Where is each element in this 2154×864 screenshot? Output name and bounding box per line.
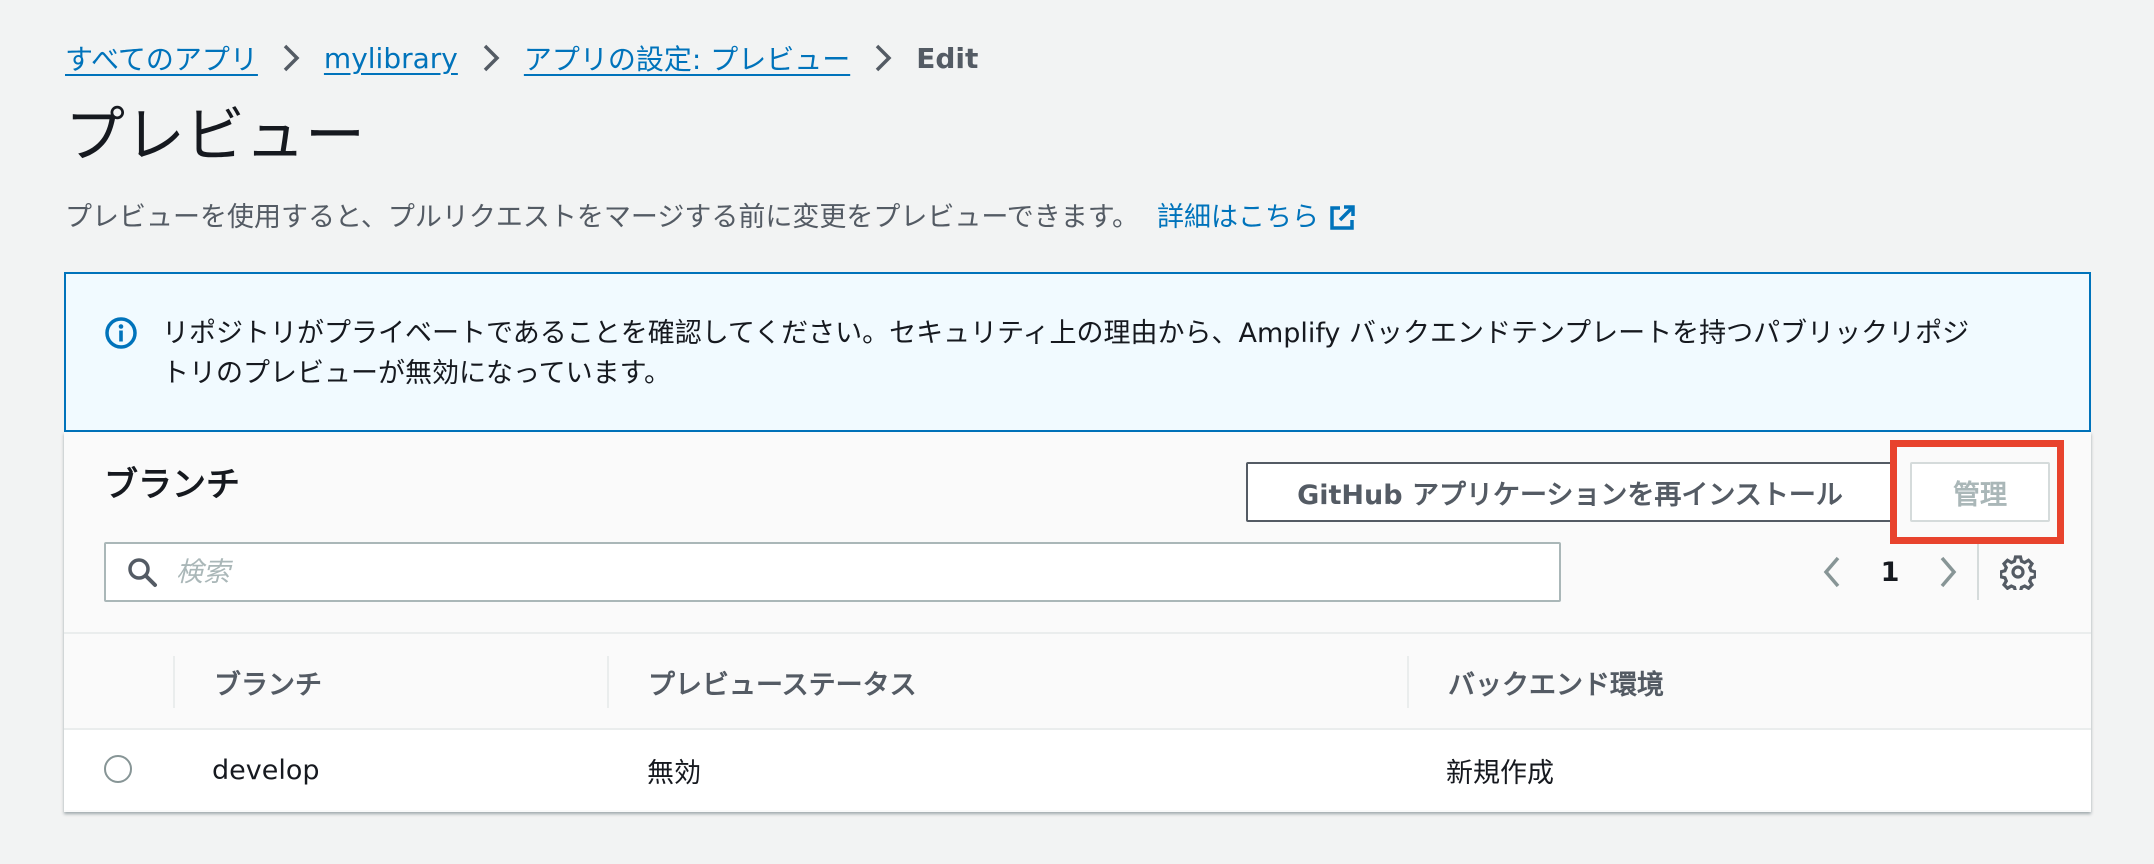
page: すべてのアプリ mylibrary アプリの設定: プレビュー Edit プレビ… <box>0 0 2154 864</box>
branches-table: ブランチ プレビューステータス バックエンド環境 develop 無効 新規作成 <box>64 632 2091 810</box>
panel-title: ブランチ <box>104 465 240 505</box>
search-field[interactable] <box>104 542 1561 602</box>
external-link-icon <box>1330 205 1355 230</box>
search-icon <box>128 558 157 587</box>
info-alert: リポジトリがプライベートであることを確認してください。セキュリティ上の理由から、… <box>64 272 2091 432</box>
column-divider <box>607 656 609 708</box>
page-number[interactable]: 1 <box>1860 557 1920 588</box>
breadcrumb-app-settings[interactable]: アプリの設定: プレビュー <box>524 38 850 78</box>
previous-page-button[interactable] <box>1804 544 1860 600</box>
learn-more-label: 詳細はこちら <box>1157 202 1320 233</box>
learn-more-link[interactable]: 詳細はこちら <box>1157 198 1357 238</box>
alert-line-1: リポジトリがプライベートであることを確認してください。セキュリティ上の理由から、… <box>162 318 1970 349</box>
cell-backend-env: 新規作成 <box>1446 757 1554 789</box>
breadcrumb: すべてのアプリ mylibrary アプリの設定: プレビュー Edit <box>65 38 978 78</box>
breadcrumb-app[interactable]: mylibrary <box>324 42 458 75</box>
alert-message: リポジトリがプライベートであることを確認してください。セキュリティ上の理由から、… <box>162 314 1969 430</box>
chevron-right-icon <box>458 43 524 73</box>
chevron-right-icon <box>850 43 916 73</box>
chevron-right-icon <box>258 43 324 73</box>
row-select-radio[interactable] <box>104 755 132 783</box>
alert-line-2: トリのプレビューが無効になっています。 <box>162 358 671 389</box>
reinstall-github-app-button[interactable]: GitHub アプリケーションを再インストール <box>1246 462 1894 522</box>
table-header: ブランチ プレビューステータス バックエンド環境 <box>64 632 2091 730</box>
search-input[interactable] <box>176 556 1536 588</box>
chevron-left-icon <box>1823 556 1840 588</box>
breadcrumb-all-apps[interactable]: すべてのアプリ <box>65 38 258 78</box>
cell-preview-status: 無効 <box>647 757 701 789</box>
next-page-button[interactable] <box>1920 544 1976 600</box>
column-divider <box>1407 656 1409 708</box>
branches-panel: ブランチ GitHub アプリケーションを再インストール 管理 1 <box>64 432 2091 812</box>
manage-button[interactable]: 管理 <box>1910 462 2050 522</box>
breadcrumb-current: Edit <box>916 41 979 75</box>
chevron-right-icon <box>1940 556 1957 588</box>
column-header-backend-env[interactable]: バックエンド環境 <box>1448 634 1664 730</box>
column-divider <box>173 656 175 708</box>
table-settings-button[interactable] <box>1996 550 2040 594</box>
page-description: プレビューを使用すると、プルリクエストをマージする前に変更をプレビューできます。… <box>65 198 1357 238</box>
pagination: 1 <box>1804 544 1976 600</box>
column-header-branch[interactable]: ブランチ <box>214 634 322 730</box>
gear-icon <box>2000 555 2036 590</box>
page-title: プレビュー <box>65 101 365 171</box>
info-icon <box>104 314 140 430</box>
column-header-preview-status[interactable]: プレビューステータス <box>648 634 917 730</box>
pagination-divider <box>1977 544 1979 600</box>
cell-branch: develop <box>212 754 320 786</box>
description-text: プレビューを使用すると、プルリクエストをマージする前に変更をプレビューできます。 <box>65 202 1140 233</box>
table-row[interactable]: develop 無効 新規作成 <box>64 730 2091 810</box>
